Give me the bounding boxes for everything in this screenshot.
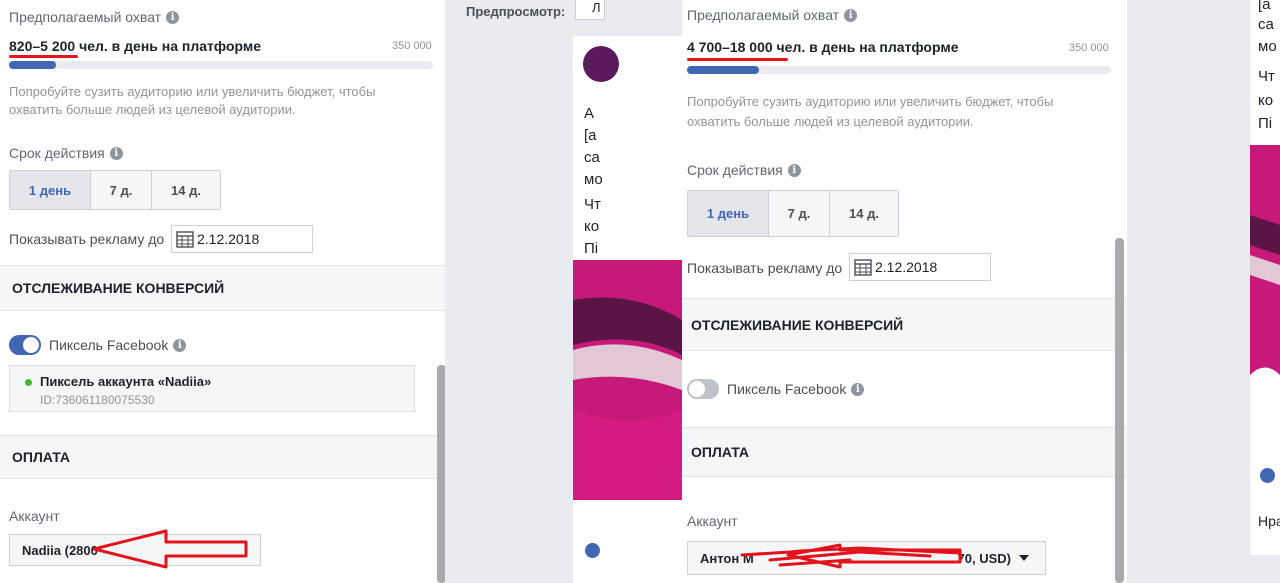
account-value-end: 70, USD) [957, 550, 1011, 566]
info-icon[interactable]: i [109, 146, 123, 160]
reach-label: Предполагаемый охват [9, 9, 162, 25]
conversion-section-header: ОТСЛЕЖИВАНИЕ КОНВЕРСИЙ [682, 298, 1127, 351]
calendar-icon [176, 231, 194, 248]
pixel-toggle[interactable] [687, 379, 719, 399]
status-dot [25, 379, 32, 386]
reach-bar-fill [9, 61, 56, 69]
duration-option-7-days[interactable]: 7 д. [769, 191, 830, 236]
preview-label: Предпросмотр: [466, 4, 566, 19]
reach-hint-line: Попробуйте сузить аудиторию или увеличит… [687, 94, 1054, 109]
reach-value: 4 700–18 000 чел. в день на платформе [687, 39, 959, 55]
preview-format-select[interactable]: Л [575, 0, 605, 20]
end-date-value: 2.12.2018 [197, 231, 260, 247]
reach-label: Предполагаемый охват [687, 7, 840, 23]
duration-option-1-day[interactable]: 1 день [10, 171, 91, 209]
info-icon[interactable]: i [851, 382, 865, 396]
end-date-label: Показывать рекламу до [687, 260, 843, 276]
pixel-info-box: Пиксель аккаунта «Nadiia» ID:73606118007… [9, 365, 415, 412]
reach-hint-line: Попробуйте сузить аудиторию или увеличит… [9, 84, 376, 99]
end-date-label: Показывать рекламу до [9, 231, 165, 247]
info-icon[interactable]: i [166, 10, 180, 24]
reach-bar-fill [687, 66, 760, 74]
reach-max: 350 000 [1069, 42, 1109, 54]
pixel-toggle-label: Пиксель Facebook [727, 381, 847, 397]
toggle-knob [689, 381, 705, 397]
duration-option-14-days[interactable]: 14 д. [152, 171, 220, 209]
pixel-name: Пиксель аккаунта «Nadiia» [40, 374, 212, 389]
account-select[interactable]: Антон М 70, USD) [687, 541, 1046, 575]
scrollbar[interactable] [1115, 238, 1124, 583]
pixel-toggle-label: Пиксель Facebook [49, 337, 169, 353]
ad-text-line: Чт [1258, 68, 1275, 85]
chevron-down-icon [1019, 555, 1029, 561]
ad-text-line: Нра [1258, 513, 1280, 529]
ad-text-line: ко [584, 218, 600, 235]
end-date-value: 2.12.2018 [875, 259, 938, 275]
ad-text-line: мо [584, 171, 603, 188]
account-label: Аккаунт [687, 513, 738, 529]
reach-hint-line: охватить больше людей из целевой аудитор… [687, 114, 974, 129]
annotation-underline [687, 58, 788, 61]
ad-text-line: мо [1258, 38, 1277, 55]
like-icon [585, 543, 600, 558]
ad-image [1250, 145, 1280, 425]
pixel-toggle[interactable] [9, 335, 41, 355]
ad-text-line: Пі [1258, 115, 1273, 132]
reach-label-row: Предполагаемый охват i [9, 9, 180, 25]
annotation-underline [9, 55, 78, 58]
ad-text-line: ко [1258, 92, 1274, 109]
reach-max: 350 000 [392, 40, 432, 52]
pixel-toggle-label-row: Пиксель Facebook i [49, 337, 187, 353]
account-value: Nadiia (2800 [22, 542, 98, 558]
ad-text-line: А [584, 105, 595, 122]
toggle-knob [23, 337, 39, 353]
account-select[interactable]: Nadiia (2800 [9, 534, 261, 566]
ad-text-line: ca [1258, 16, 1274, 33]
duration-option-7-days[interactable]: 7 д. [91, 171, 152, 209]
ad-image [573, 260, 682, 500]
page-avatar [583, 46, 619, 82]
reach-bar [9, 61, 433, 69]
reach-label-row: Предполагаемый охват i [687, 7, 858, 23]
reach-bar [687, 66, 1111, 74]
duration-label: Срок действия [687, 162, 783, 178]
ad-set-panel-before: Предполагаемый охват i 820–5 200 чел. в … [0, 0, 445, 583]
duration-selector: 1 день 7 д. 14 д. [687, 190, 899, 237]
reach-value: 820–5 200 чел. в день на платформе [9, 38, 262, 54]
payment-section-header: ОПЛАТА [0, 435, 445, 479]
payment-section-header: ОПЛАТА [682, 427, 1127, 477]
duration-label: Срок действия [9, 145, 105, 161]
info-icon[interactable]: i [787, 163, 801, 177]
end-date-field[interactable]: 2.12.2018 [849, 253, 991, 281]
ad-text-line: [а [584, 127, 597, 144]
duration-option-14-days[interactable]: 14 д. [830, 191, 898, 236]
duration-selector: 1 день 7 д. 14 д. [9, 170, 221, 210]
pixel-id: ID:736061180075530 [40, 393, 155, 407]
ad-text-line: Чт [584, 196, 601, 213]
ad-text-line: са [584, 149, 600, 166]
conversion-section-header: ОТСЛЕЖИВАНИЕ КОНВЕРСИЙ [0, 265, 445, 311]
ad-set-panel-after: Предполагаемый охват i 4 700–18 000 чел.… [682, 0, 1127, 583]
calendar-icon [854, 259, 872, 276]
pixel-toggle-label-row: Пиксель Facebook i [727, 381, 865, 397]
account-value-start: Антон М [700, 550, 754, 566]
info-icon[interactable]: i [173, 338, 187, 352]
duration-label-row: Срок действия i [687, 162, 801, 178]
info-icon[interactable]: i [844, 8, 858, 22]
duration-label-row: Срок действия i [9, 145, 123, 161]
ad-preview-card: А [а са мо Чт ко Пі [573, 36, 682, 583]
scrollbar[interactable] [437, 365, 445, 583]
end-date-field[interactable]: 2.12.2018 [171, 225, 313, 253]
ad-preview-card-right: [a ca мо Чт ко Пі Нра [1250, 0, 1280, 555]
like-icon [1260, 468, 1275, 483]
reach-hint-line: охватить больше людей из целевой аудитор… [9, 102, 296, 117]
account-label: Аккаунт [9, 508, 60, 524]
duration-option-1-day[interactable]: 1 день [688, 191, 769, 236]
ad-text-line: Пі [584, 240, 599, 257]
